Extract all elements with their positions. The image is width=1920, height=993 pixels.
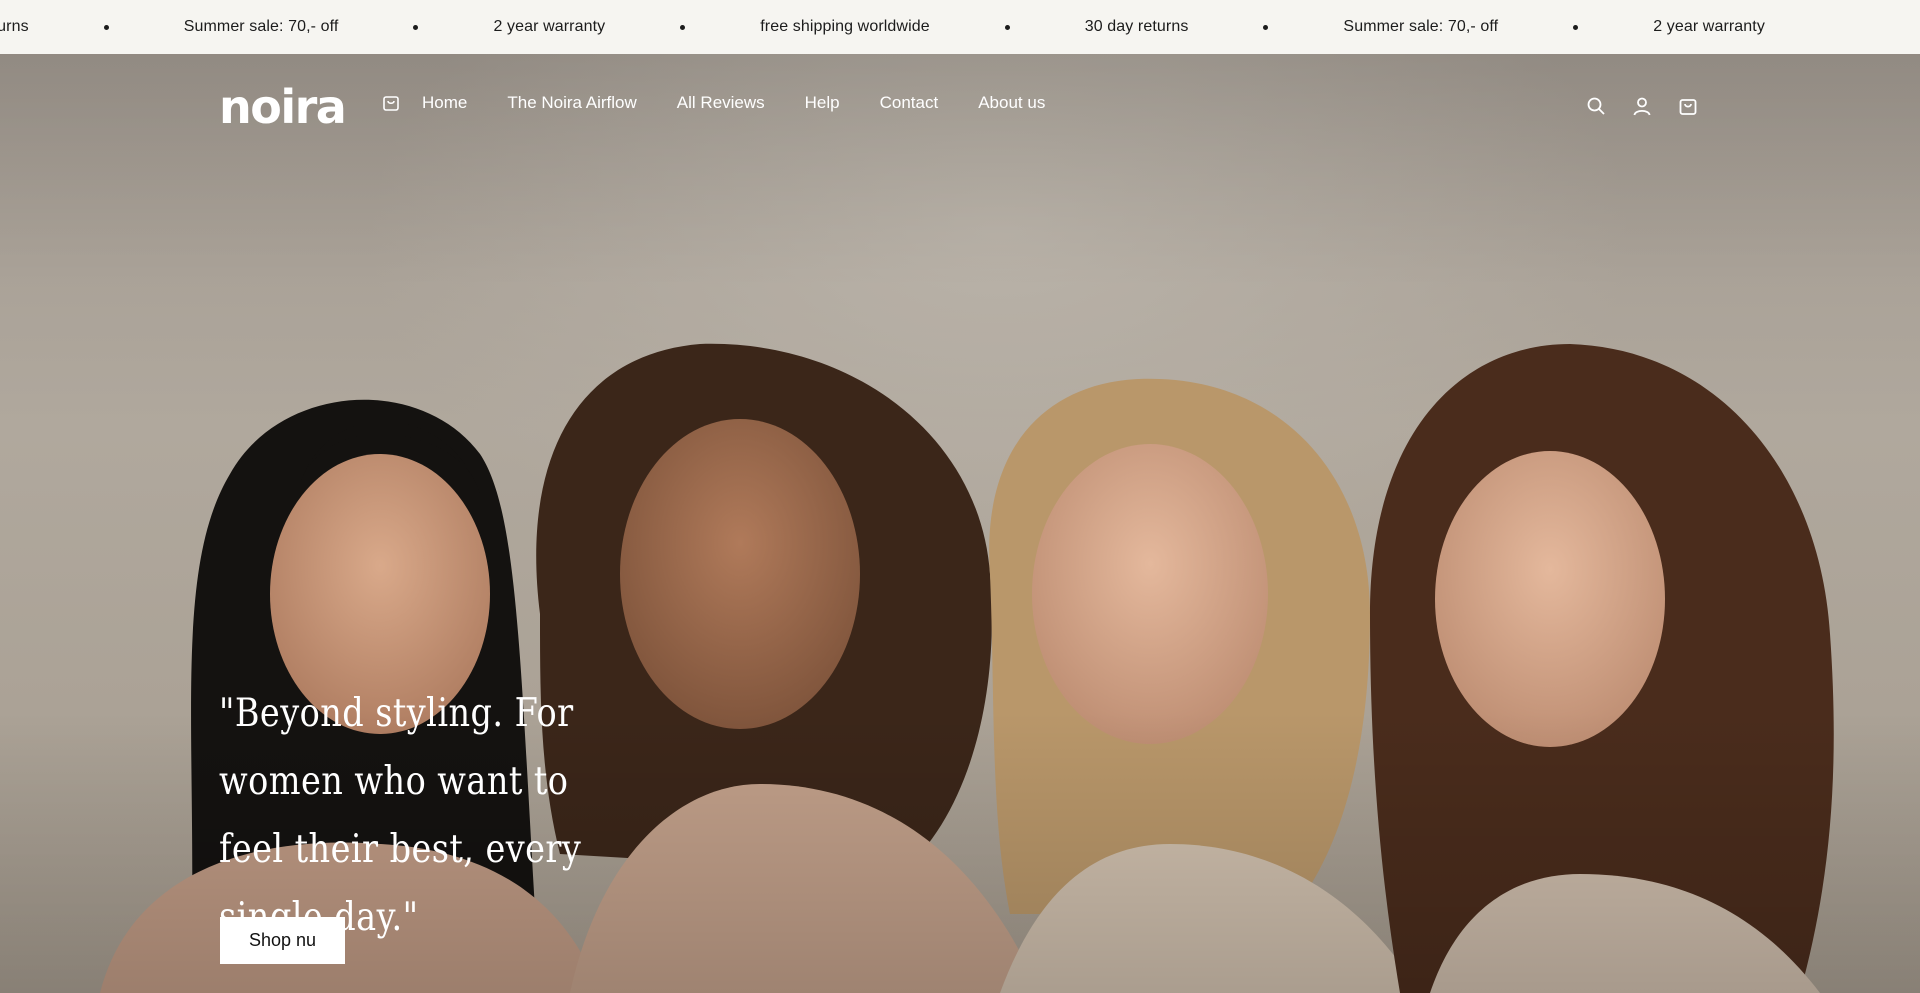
announcement-item: free shipping worldwide [760, 18, 930, 35]
brand-logo[interactable]: noira [219, 84, 347, 130]
announcement-separator [413, 24, 419, 30]
cart-icon[interactable] [1676, 94, 1699, 117]
announcement-item: 2 year warranty [493, 18, 606, 35]
main-nav: Home The Noira Airflow All Reviews Help … [380, 92, 1085, 114]
announcement-item: Summer sale: 70,- off [1343, 18, 1499, 35]
announcement-item: 30 day returns [1084, 18, 1189, 35]
nav-link-about-us[interactable]: About us [978, 93, 1045, 113]
hero-tagline: "Beyond styling. For women who want to f… [219, 691, 582, 940]
announcement-separator [103, 24, 109, 30]
nav-link-help[interactable]: Help [805, 93, 840, 113]
announcement-separator [1263, 24, 1269, 30]
shopping-bag-icon[interactable] [380, 92, 402, 114]
nav-link-noira-airflow[interactable]: The Noira Airflow [507, 93, 636, 113]
announcement-separator [680, 24, 686, 30]
nav-link-all-reviews[interactable]: All Reviews [677, 93, 765, 113]
shop-now-button[interactable]: Shop nu [220, 917, 345, 964]
account-icon[interactable] [1630, 94, 1653, 117]
announcement-item: 30 day returns [0, 18, 29, 35]
header-actions [1584, 94, 1699, 117]
nav-link-contact[interactable]: Contact [880, 93, 939, 113]
announcement-marquee: 30 day returns Summer sale: 70,- off 2 y… [0, 0, 1765, 54]
nav-link-home[interactable]: Home [422, 93, 467, 113]
announcement-separator [1004, 24, 1010, 30]
announcement-item: 2 year warranty [1653, 18, 1765, 35]
announcement-item: Summer sale: 70,- off [183, 18, 339, 35]
announcement-bar: 30 day returns Summer sale: 70,- off 2 y… [0, 0, 1920, 54]
site-header: noira Home The Noira Airflow All Reviews… [0, 54, 1920, 160]
announcement-separator [1573, 24, 1579, 30]
search-icon[interactable] [1584, 94, 1607, 117]
